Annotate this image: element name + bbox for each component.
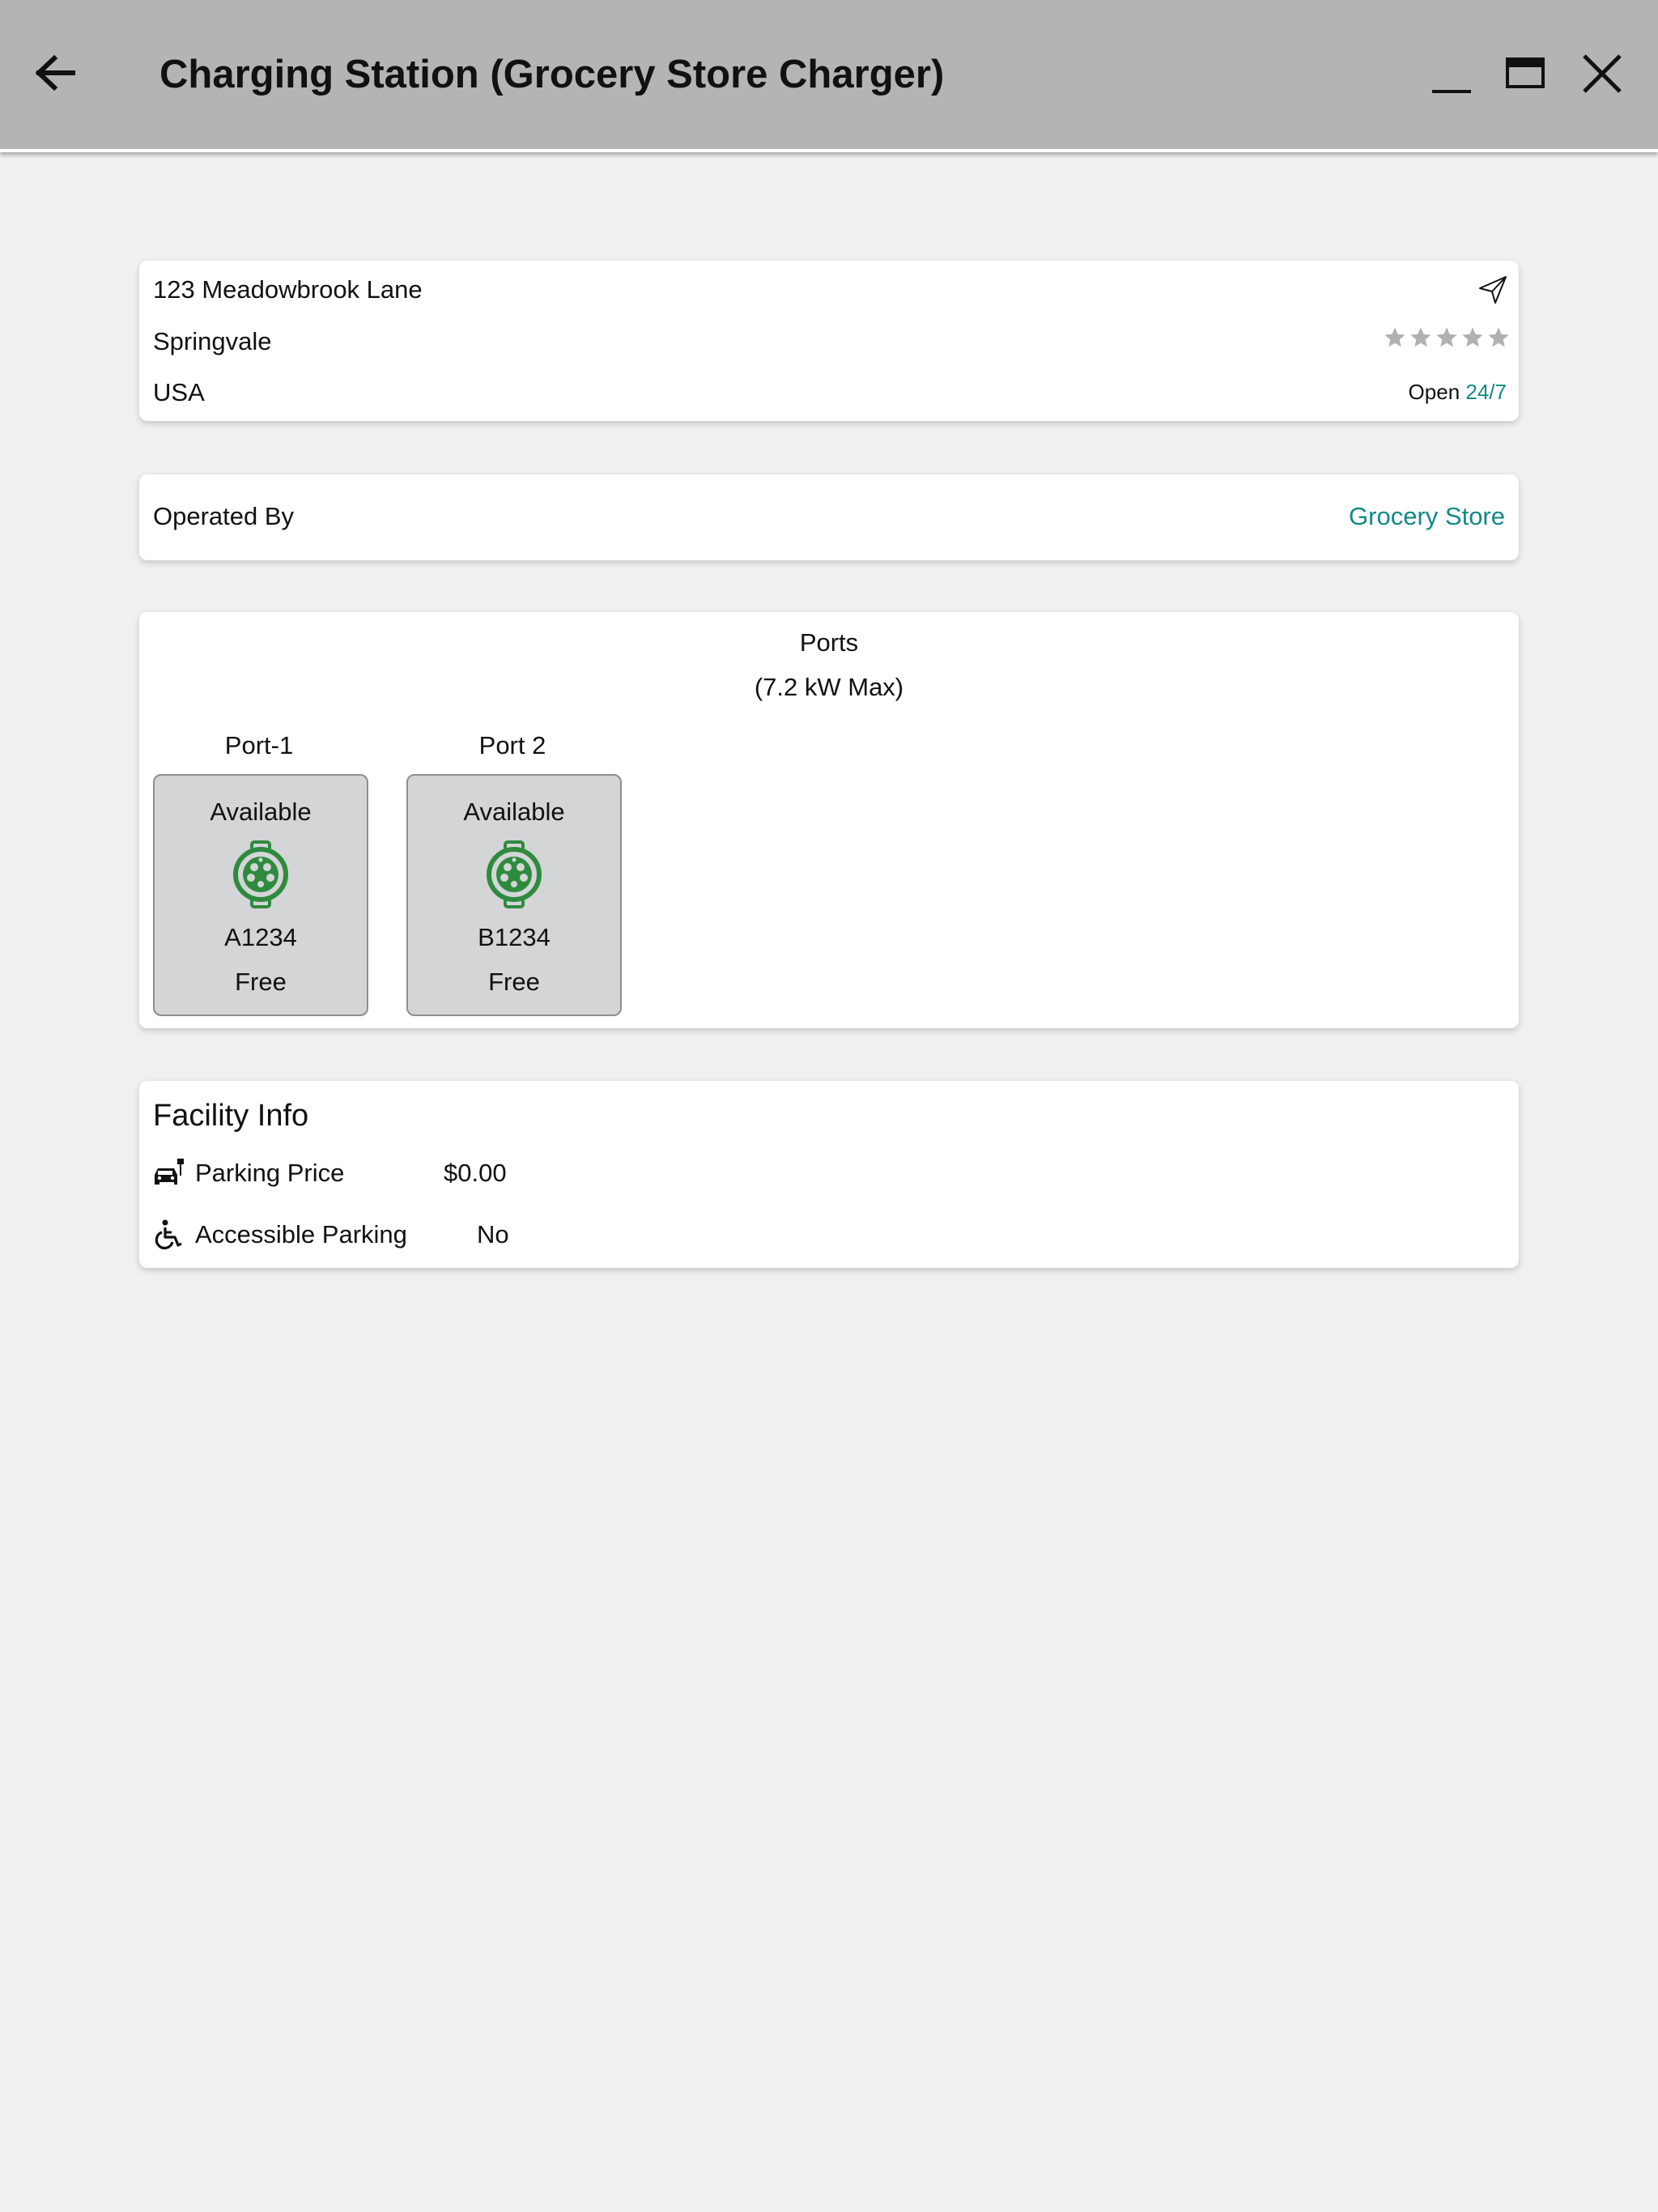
maximize-icon: [1506, 57, 1545, 88]
window-title: Charging Station (Grocery Store Charger): [159, 53, 945, 96]
title-bar: Charging Station (Grocery Store Charger): [0, 0, 1658, 152]
facility-label: Accessible Parking: [195, 1220, 407, 1249]
address-card: 123 Meadowbrook Lane Springvale USA Open…: [139, 261, 1519, 421]
port-status: Available: [210, 798, 312, 826]
facility-card: Facility Info Parking Price $0.00 Access…: [139, 1081, 1519, 1268]
minimize-icon: [1432, 90, 1471, 93]
operator-card: Operated By Grocery Store: [139, 474, 1519, 560]
address-street: 123 Meadowbrook Lane: [153, 275, 423, 304]
facility-label: Parking Price: [195, 1159, 345, 1187]
port-id: B1234: [478, 923, 551, 951]
port-id: A1234: [224, 923, 297, 951]
star-icon: [1384, 327, 1405, 347]
parking-car-icon: [155, 1159, 184, 1185]
star-icon: [1488, 327, 1509, 347]
navigate-icon: [1479, 276, 1507, 304]
operator-link[interactable]: Grocery Store: [1349, 500, 1505, 533]
port-name: Port-1: [224, 731, 294, 759]
star-icon: [1436, 327, 1457, 347]
port-price: Free: [235, 968, 287, 996]
hours-prefix: Open: [1408, 380, 1460, 404]
close-button[interactable]: [1574, 45, 1630, 102]
back-button[interactable]: [28, 45, 83, 100]
wheelchair-icon: [155, 1219, 182, 1250]
facility-value: $0.00: [444, 1159, 507, 1187]
facility-title: Facility Info: [153, 1099, 309, 1133]
type2-connector-icon: [233, 840, 288, 908]
minimize-button[interactable]: [1423, 45, 1480, 102]
ports-title: Ports: [799, 628, 859, 657]
ports-card: Ports (7.2 kW Max) Port-1 Available A123…: [139, 612, 1519, 1028]
address-city: Springvale: [153, 327, 272, 355]
ports-max-power: (7.2 kW Max): [754, 673, 904, 701]
operator-label: Operated By: [153, 502, 295, 530]
port-card[interactable]: Available B1234 Free: [406, 774, 622, 1016]
arrow-left-icon: [35, 55, 75, 91]
maximize-button[interactable]: [1498, 45, 1554, 102]
port-price: Free: [488, 968, 540, 996]
rating-stars[interactable]: [1383, 325, 1511, 350]
address-country: USA: [153, 378, 205, 406]
hours-value: 24/7: [1465, 380, 1507, 404]
opening-hours: Open 24/7: [1409, 377, 1507, 406]
star-icon: [1410, 327, 1431, 347]
port-card[interactable]: Available A1234 Free: [153, 774, 368, 1016]
port-name: Port 2: [478, 731, 546, 759]
type2-connector-icon: [487, 840, 542, 908]
port-status: Available: [463, 798, 565, 826]
navigate-button[interactable]: [1475, 272, 1511, 308]
close-icon: [1583, 54, 1622, 93]
star-icon: [1462, 327, 1483, 347]
facility-value: No: [477, 1220, 509, 1249]
